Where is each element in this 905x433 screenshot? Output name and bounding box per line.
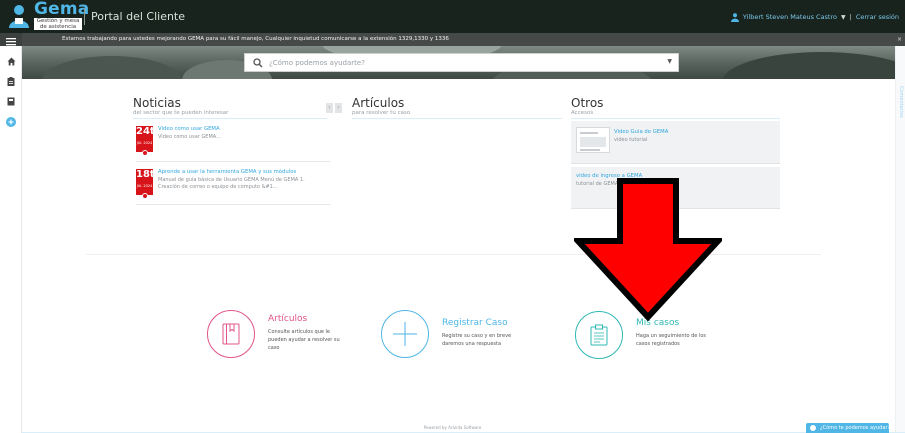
- news-day: 18t: [136, 169, 155, 181]
- search-icon: [253, 58, 263, 68]
- announcement-text: Estamos trabajando para ustedes mejorand…: [62, 36, 449, 42]
- search-box[interactable]: ▼: [244, 53, 679, 72]
- announcement-bar: Estamos trabajando para ustedes mejorand…: [22, 33, 905, 46]
- news-desc: Manual de guía básica de Usuario GEMA Me…: [158, 177, 305, 183]
- articulos-tile-button[interactable]: [207, 310, 255, 358]
- plus-icon: [393, 322, 417, 346]
- otros-item-desc: video tutorial: [614, 137, 648, 143]
- user-icon: [730, 12, 739, 22]
- feedback-label: Comentarios: [898, 86, 904, 118]
- logo-separator: [84, 8, 85, 25]
- otros-item-title[interactable]: Video Guia de GEMA: [614, 129, 668, 135]
- registrar-caso-tile-desc: Registre su caso y en breve daremos una …: [442, 333, 512, 347]
- news-day: 24t: [136, 126, 155, 138]
- powered-by: Powered by Aranda Software: [423, 425, 482, 430]
- prev-arrow-icon[interactable]: ‹: [326, 103, 333, 113]
- red-arrow-annotation: [574, 178, 722, 321]
- noticias-subtitle: del sector que te pueden interesar: [133, 110, 229, 116]
- help-button[interactable]: ¿Cómo te podemos ayudar?: [806, 423, 891, 433]
- caret-down-icon[interactable]: ▼: [841, 14, 846, 21]
- news-title[interactable]: Aprende a usar la herramienta GEMA y sus…: [158, 169, 296, 175]
- left-rail: [0, 33, 22, 433]
- video-thumbnail: [576, 127, 610, 153]
- user-area: Yilbert Steven Mateus Castro ▼ | Cerrar …: [730, 11, 899, 23]
- noticias-line: [133, 118, 327, 119]
- book-icon: [222, 323, 240, 345]
- articulos-line: [352, 118, 562, 119]
- rail-articles[interactable]: [5, 95, 17, 107]
- hero-rock: [42, 56, 182, 79]
- search-dropdown-icon[interactable]: ▼: [667, 58, 672, 65]
- articulos-tile-desc: Consulte artículos que le pueden ayudar …: [268, 329, 340, 351]
- articulos-tile-title[interactable]: Artículos: [268, 314, 307, 324]
- news-title[interactable]: Video como usar GEMA: [158, 126, 220, 132]
- top-bar: Gema Gestión y mesa de asistencia Portal…: [0, 0, 905, 33]
- date-badge: 18t JUL 2024: [136, 167, 155, 199]
- news-item[interactable]: 18t JUL 2024 Aprende a usar la herramien…: [136, 167, 330, 205]
- close-icon[interactable]: ×: [897, 33, 902, 46]
- gema-logo-icon: [9, 5, 29, 28]
- otros-subtitle: Accesos: [571, 110, 594, 116]
- search-input[interactable]: [269, 56, 649, 70]
- news-desc: Video como usar GEMA...: [158, 134, 221, 140]
- date-badge: 24t JUL 2024: [136, 124, 155, 156]
- help-label: ¿Cómo te podemos ayudar?: [820, 425, 891, 431]
- logo-title: Gema: [34, 0, 90, 19]
- articulos-title: Artículos: [352, 96, 405, 110]
- articulos-subtitle: para resolver tu caso: [352, 110, 411, 116]
- plus-circle-icon: [6, 117, 16, 127]
- gema-logo[interactable]: Gema Gestión y mesa de asistencia: [6, 0, 89, 31]
- rail-add[interactable]: [5, 116, 17, 128]
- otros-line: [571, 118, 780, 119]
- clipboard-icon: [7, 76, 15, 86]
- user-name-link[interactable]: Yilbert Steven Mateus Castro: [743, 13, 837, 21]
- menu-button[interactable]: [0, 33, 22, 46]
- otros-item[interactable]: Video Guia de GEMA video tutorial: [571, 121, 780, 164]
- home-icon: [7, 57, 15, 65]
- hamburger-icon: [6, 38, 16, 46]
- news-item[interactable]: 24t JUL 2024 Video como usar GEMA Video …: [136, 124, 330, 162]
- hero-rock: [722, 52, 905, 79]
- news-dot: [142, 150, 148, 156]
- news-desc-2: Creación de correo o equipo de computo &…: [158, 184, 278, 190]
- otros-title: Otros: [571, 96, 604, 110]
- rail-home[interactable]: [5, 55, 17, 67]
- rail-cases[interactable]: [5, 75, 17, 87]
- book-icon: [7, 97, 15, 105]
- logout-link[interactable]: Cerrar sesión: [856, 13, 899, 21]
- chat-icon: [810, 425, 816, 431]
- noticias-title: Noticias: [133, 96, 181, 110]
- feedback-strip[interactable]: Comentarios: [895, 46, 905, 433]
- clipboard-icon: [590, 324, 608, 346]
- news-dot: [142, 193, 148, 199]
- user-separator: |: [849, 13, 852, 21]
- page: Gema Gestión y mesa de asistencia Portal…: [0, 0, 905, 433]
- mis-casos-tile-desc: Haga un seguimiento de los casos registr…: [636, 333, 706, 347]
- logo-subtitle: Gestión y mesa de asistencia: [34, 18, 82, 30]
- registrar-caso-tile-title[interactable]: Registrar Caso: [442, 318, 508, 328]
- registrar-caso-tile-button[interactable]: [381, 310, 429, 358]
- next-arrow-icon[interactable]: ›: [335, 103, 342, 113]
- news-pager: ‹ ›: [326, 103, 342, 113]
- portal-title: Portal del Cliente: [91, 10, 186, 23]
